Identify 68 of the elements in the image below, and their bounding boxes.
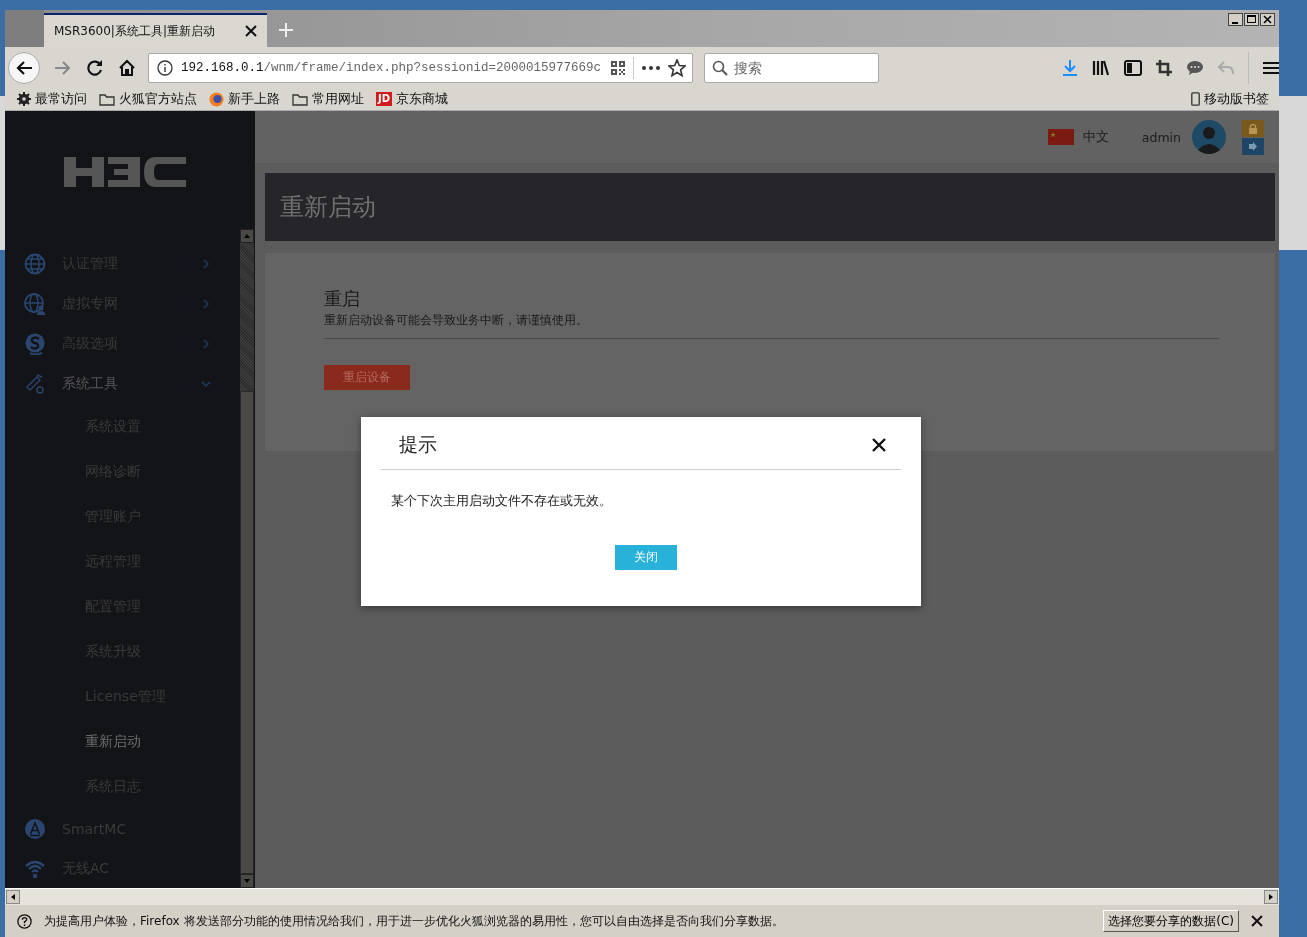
logo-icon bbox=[64, 155, 188, 189]
username: admin bbox=[1141, 129, 1181, 145]
submenu-item[interactable]: 重新启动 bbox=[5, 719, 239, 764]
address-field[interactable]: 192.168.0.1/wnm/frame/index.php?sessionid=2000015977669c bbox=[148, 52, 693, 83]
qr-code-icon[interactable] bbox=[611, 60, 625, 75]
star-icon[interactable] bbox=[668, 58, 686, 77]
logo-icon bbox=[24, 333, 46, 355]
gear-icon bbox=[17, 92, 31, 106]
section-title: 重启 bbox=[324, 287, 361, 311]
chevron-right-icon bbox=[201, 259, 211, 269]
menu-item[interactable]: 系统工具 bbox=[5, 364, 239, 404]
bookmark[interactable]: JD 京东商城 bbox=[376, 90, 449, 108]
library-icon[interactable] bbox=[1092, 59, 1110, 76]
logout-icon[interactable] bbox=[1242, 137, 1264, 155]
dialog-message: 某个下次主用启动文件不存在或无效。 bbox=[391, 492, 613, 510]
info-icon[interactable] bbox=[157, 59, 173, 76]
avatar-icon[interactable] bbox=[1192, 120, 1226, 154]
bookmark[interactable]: 新手上路 bbox=[209, 90, 280, 108]
minimize-icon[interactable] bbox=[1228, 13, 1243, 26]
close-button[interactable]: 关闭 bbox=[615, 545, 677, 570]
globe-icon bbox=[209, 91, 224, 107]
folder-icon bbox=[292, 92, 308, 106]
close-icon[interactable] bbox=[1260, 13, 1275, 26]
close-icon[interactable] bbox=[245, 25, 257, 37]
folder-icon bbox=[99, 92, 115, 106]
search-field[interactable]: 搜索 bbox=[704, 52, 879, 83]
logo-icon: JD bbox=[376, 92, 393, 106]
chat-icon[interactable] bbox=[1186, 59, 1204, 76]
crop-icon[interactable] bbox=[1156, 59, 1172, 76]
scroll-left-icon[interactable] bbox=[6, 890, 20, 904]
bookmark[interactable]: 最常访问 bbox=[17, 90, 87, 108]
browser-tab[interactable]: MSR3600|系统工具|重新启动 bbox=[44, 13, 267, 47]
phone-icon bbox=[1191, 92, 1200, 106]
tab-title: MSR3600|系统工具|重新启动 bbox=[54, 22, 216, 40]
globe-icon bbox=[24, 253, 46, 275]
more-icon[interactable] bbox=[642, 65, 660, 70]
chevron-down-icon bbox=[201, 379, 211, 389]
page-title: 重新启动 bbox=[280, 192, 376, 223]
section-description: 重新启动设备可能会导致业务中断，请谨慎使用。 bbox=[324, 313, 589, 328]
scroll-right-icon[interactable] bbox=[1264, 890, 1278, 904]
tools-icon bbox=[24, 373, 46, 395]
letter-icon bbox=[24, 818, 46, 840]
back-arrow-icon[interactable] bbox=[15, 59, 33, 76]
sidebar-icon[interactable] bbox=[1124, 59, 1142, 76]
url-text: 192.168.0.1/wnm/frame/index.php?sessionid=2000015977669c bbox=[181, 60, 603, 75]
maximize-icon[interactable] bbox=[1244, 13, 1259, 26]
notification-message: 为提高用户体验，Firefox 将发送部分功能的使用情况给我们，用于进一步优化火狐浏览器的易用性，您可以自由选择是否向我们分享数据。 bbox=[44, 912, 784, 930]
reboot-button[interactable]: 重启设备 bbox=[324, 365, 410, 390]
scrollbar-thumb[interactable] bbox=[240, 391, 254, 874]
wifi-icon bbox=[24, 858, 46, 880]
scrollbar[interactable] bbox=[5, 888, 1279, 905]
close-icon[interactable] bbox=[872, 438, 886, 452]
menu-icon[interactable] bbox=[1263, 60, 1279, 75]
close-icon[interactable] bbox=[1251, 915, 1263, 927]
bookmark[interactable]: 常用网址 bbox=[292, 90, 364, 108]
back-button[interactable] bbox=[8, 51, 40, 84]
bookmark[interactable]: 移动版书签 bbox=[1191, 90, 1269, 108]
reload-icon[interactable] bbox=[86, 58, 104, 77]
home-icon[interactable] bbox=[118, 58, 136, 77]
bookmark[interactable]: 火狐官方站点 bbox=[99, 90, 197, 108]
help-icon bbox=[17, 913, 32, 929]
dialog-title: 提示 bbox=[399, 432, 437, 457]
language-label[interactable]: 中文 bbox=[1082, 128, 1109, 146]
chevron-right-icon bbox=[201, 299, 211, 309]
share-data-button[interactable]: 选择您要分享的数据(C) bbox=[1103, 910, 1239, 932]
chevron-right-icon bbox=[201, 339, 211, 349]
globe-user-icon bbox=[24, 293, 46, 315]
search-icon bbox=[712, 59, 728, 76]
